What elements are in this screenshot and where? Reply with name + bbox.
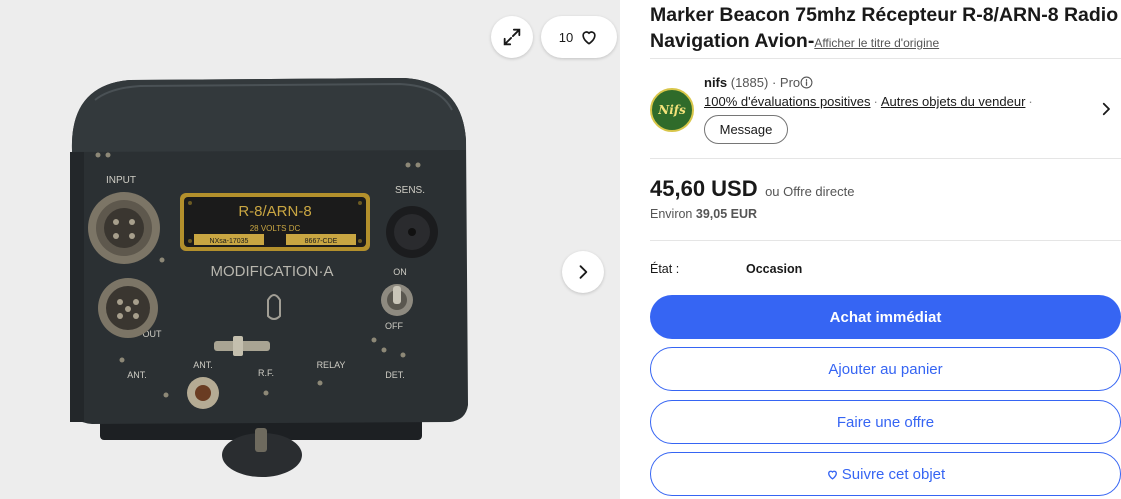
avatar-logo: Nifs bbox=[658, 103, 686, 117]
divider bbox=[650, 58, 1121, 59]
condition-label: État : bbox=[650, 262, 680, 276]
best-offer-text: ou Offre directe bbox=[765, 184, 855, 199]
buy-now-button[interactable]: Achat immédiat bbox=[650, 295, 1121, 339]
seller-feedback-count: (1885) bbox=[730, 75, 769, 90]
original-title-link[interactable]: Afficher le titre d'origine bbox=[814, 36, 939, 50]
ant-left-label: ANT. bbox=[127, 370, 147, 380]
next-image-button[interactable] bbox=[562, 251, 604, 293]
image-gallery: R-8/ARN-8 28 VOLTS DC NXsa-17035 8667-CD… bbox=[0, 0, 620, 499]
rf-label: R.F. bbox=[258, 368, 274, 378]
other-items-link[interactable]: Autres objets du vendeur bbox=[881, 94, 1026, 109]
plate-serial: NXsa-17035 bbox=[210, 238, 249, 245]
plate-code: 8667-CDE bbox=[305, 238, 338, 245]
positive-feedback-link[interactable]: 100% d'évaluations positives bbox=[704, 94, 871, 109]
divider bbox=[650, 240, 1121, 241]
product-photo[interactable]: R-8/ARN-8 28 VOLTS DC NXsa-17035 8667-CD… bbox=[0, 0, 620, 499]
heart-icon bbox=[582, 31, 596, 45]
price-amount: 45,60 USD bbox=[650, 176, 758, 201]
relay-label: RELAY bbox=[317, 360, 346, 370]
on-label: ON bbox=[393, 267, 407, 277]
make-offer-button[interactable]: Faire une offre bbox=[650, 400, 1121, 444]
ant-label: ANT. bbox=[193, 360, 213, 370]
separator-dot: · bbox=[873, 94, 878, 109]
approx-value: 39,05 EUR bbox=[695, 207, 758, 221]
input-label: INPUT bbox=[106, 175, 136, 186]
chevron-right-icon[interactable] bbox=[1097, 100, 1115, 118]
expand-gallery-button[interactable] bbox=[491, 16, 533, 58]
modification-label: MODIFICATION·A bbox=[210, 263, 333, 280]
chevron-right-icon bbox=[579, 265, 588, 279]
seller-info: nifs (1885) · Pro bbox=[704, 75, 813, 90]
add-to-cart-button[interactable]: Ajouter au panier bbox=[650, 347, 1121, 391]
off-label: OFF bbox=[385, 321, 403, 331]
plate-voltage: 28 VOLTS DC bbox=[250, 224, 301, 233]
listing-page: R-8/ARN-8 28 VOLTS DC NXsa-17035 8667-CD… bbox=[0, 0, 1121, 499]
approx-price: Environ 39,05 EUR bbox=[650, 207, 757, 221]
separator-dot: · bbox=[771, 75, 777, 90]
watch-count: 10 bbox=[558, 29, 574, 45]
separator-dot: · bbox=[1028, 94, 1033, 109]
message-seller-button[interactable]: Message bbox=[704, 115, 788, 144]
info-icon[interactable] bbox=[800, 76, 813, 89]
expand-icon bbox=[503, 28, 521, 46]
listing-title: Marker Beacon 75mhz Récepteur R-8/ARN-8 … bbox=[650, 2, 1121, 56]
seller-card: Nifs nifs (1885) · Pro 100% d'évaluation… bbox=[650, 70, 1121, 150]
watch-item-label: Suivre cet objet bbox=[841, 465, 946, 483]
gallery-watch-button[interactable]: 10 bbox=[541, 16, 617, 58]
det-label: DET. bbox=[385, 370, 405, 380]
seller-avatar[interactable]: Nifs bbox=[650, 88, 694, 132]
sens-label: SENS. bbox=[395, 185, 425, 196]
item-details-panel: Marker Beacon 75mhz Récepteur R-8/ARN-8 … bbox=[650, 0, 1121, 499]
seller-links: 100% d'évaluations positives · Autres obje… bbox=[704, 94, 1036, 109]
heart-icon bbox=[827, 470, 837, 480]
divider bbox=[650, 158, 1121, 159]
seller-name[interactable]: nifs bbox=[704, 75, 727, 90]
watch-item-button[interactable]: Suivre cet objet bbox=[650, 452, 1121, 496]
plate-model: R-8/ARN-8 bbox=[238, 203, 311, 220]
approx-label: Environ bbox=[650, 207, 693, 221]
price-block: 45,60 USD ou Offre directe bbox=[650, 176, 854, 202]
condition-value: Occasion bbox=[746, 262, 803, 276]
pro-badge: Pro bbox=[779, 75, 801, 90]
